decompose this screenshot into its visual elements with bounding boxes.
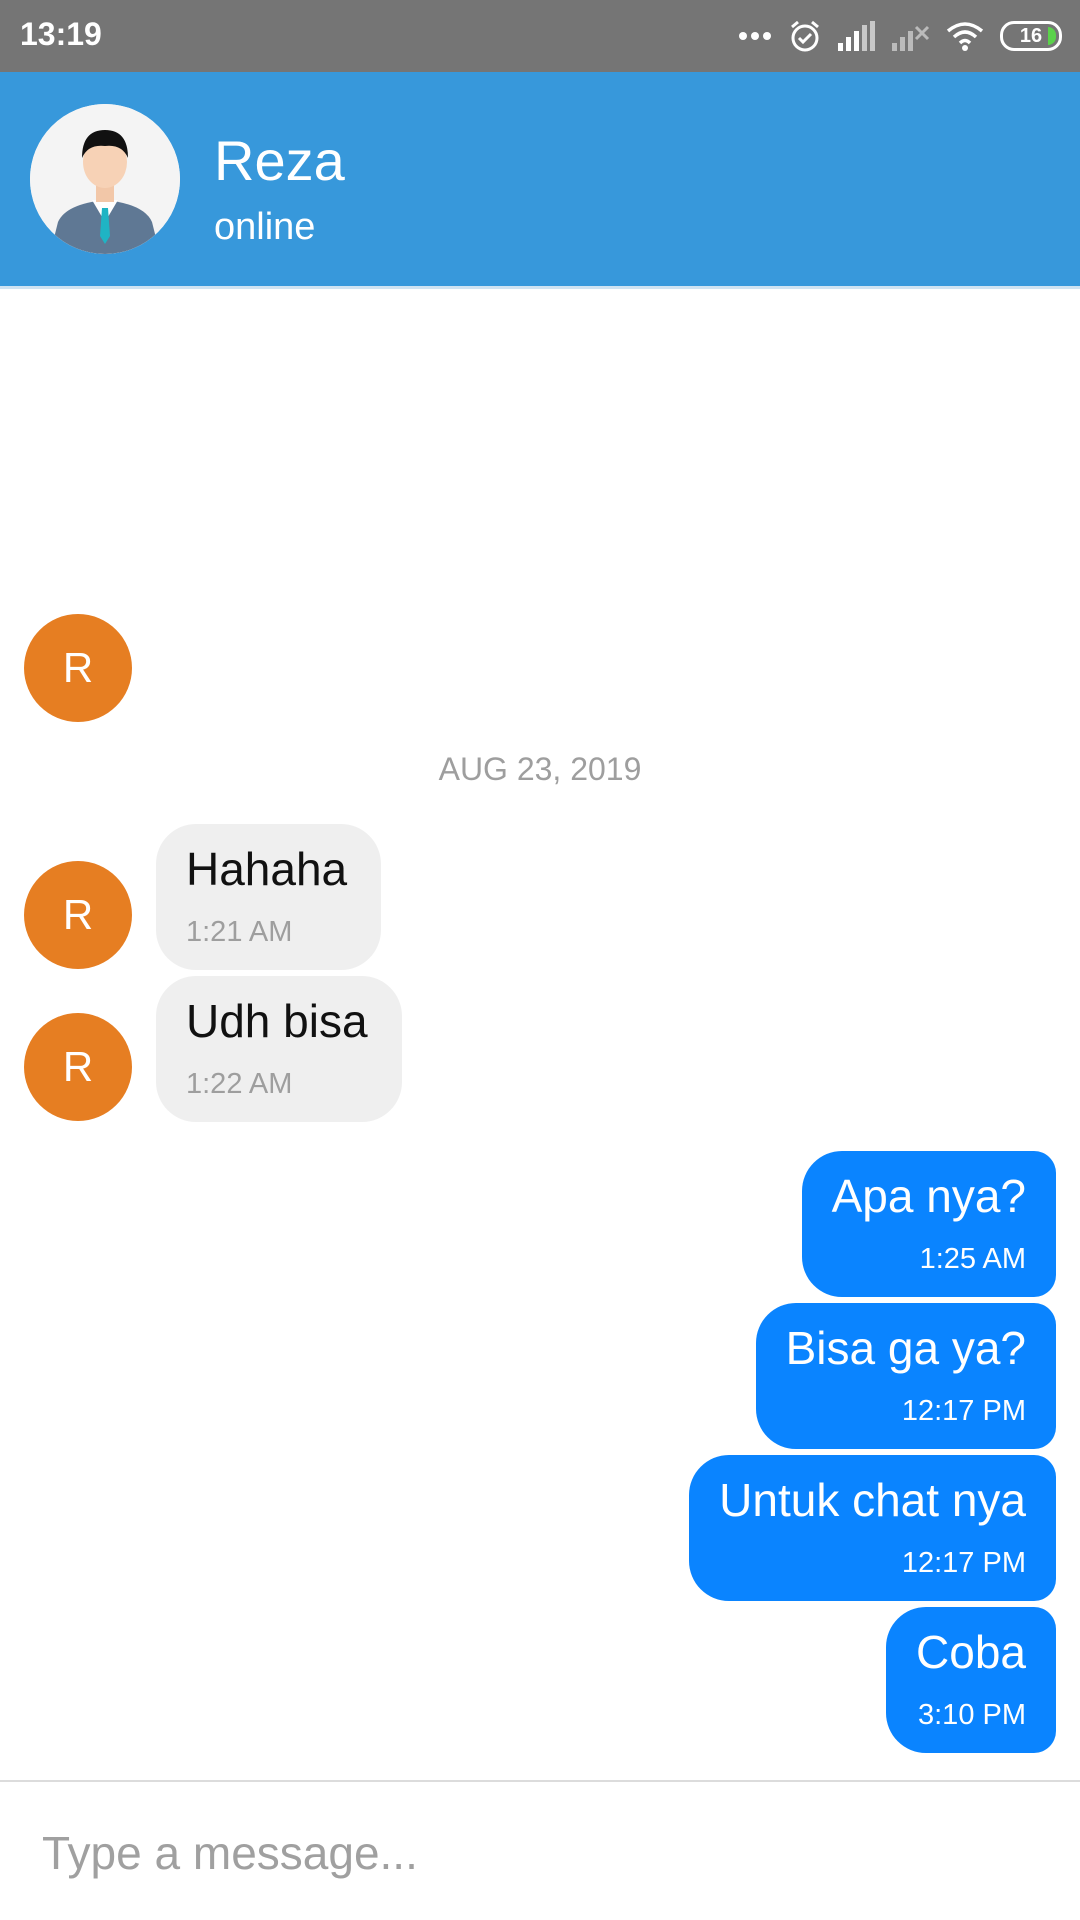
message-text: Apa nya?	[831, 1170, 1026, 1222]
incoming-message[interactable]: Udh bisa 1:22 AM	[156, 976, 402, 1122]
message-time: 12:17 PM	[901, 1395, 1026, 1427]
message-time: 1:25 AM	[919, 1243, 1026, 1275]
outgoing-message[interactable]: Coba 3:10 PM	[886, 1607, 1056, 1753]
date-separator: AUG 23, 2019	[438, 751, 642, 787]
battery-level-text: 16	[1019, 24, 1043, 47]
sender-avatar: R	[24, 1013, 132, 1121]
message-input[interactable]	[40, 1812, 1044, 1894]
message-text: Hahaha	[186, 843, 348, 895]
avatar-letter: R	[62, 891, 94, 938]
message-text: Coba	[916, 1626, 1026, 1678]
message-composer	[0, 1780, 1080, 1920]
wifi-icon	[946, 21, 984, 51]
message-time: 1:21 AM	[186, 916, 293, 948]
message-time: 12:17 PM	[901, 1547, 1026, 1579]
outgoing-message[interactable]: Apa nya? 1:25 AM	[801, 1151, 1056, 1297]
message-text: Udh bisa	[186, 995, 368, 1047]
signal-off-icon	[892, 21, 930, 51]
sender-avatar: R	[24, 861, 132, 969]
outgoing-message[interactable]: Untuk chat nya 12:17 PM	[689, 1455, 1056, 1601]
status-icons: 16	[738, 14, 1062, 58]
chat-header: Reza online	[0, 72, 1080, 289]
contact-name: Reza	[214, 129, 345, 192]
more-dots-icon	[738, 30, 772, 42]
chat-screen: 13:19 16 Reza online R AUG 23, 2019 R Ha…	[0, 0, 1080, 1920]
message-time: 3:10 PM	[918, 1699, 1026, 1731]
contact-status: online	[214, 206, 316, 248]
battery-charge-fill	[1048, 27, 1056, 45]
message-text: Bisa ga ya?	[785, 1322, 1026, 1374]
sender-avatar: R	[24, 614, 132, 722]
person-avatar-icon	[30, 104, 180, 254]
message-list[interactable]: R AUG 23, 2019 R Hahaha 1:21 AM R Udh bi…	[0, 289, 1080, 1779]
battery-icon: 16	[1000, 21, 1062, 51]
alarm-icon	[788, 19, 822, 53]
status-time: 13:19	[20, 16, 102, 52]
signal-icon	[838, 21, 876, 51]
contact-avatar[interactable]	[30, 104, 180, 254]
status-bar: 13:19 16	[0, 0, 1080, 72]
avatar-letter: R	[62, 644, 94, 691]
incoming-message[interactable]: Hahaha 1:21 AM	[156, 824, 382, 970]
message-time: 1:22 AM	[186, 1068, 293, 1100]
outgoing-message[interactable]: Bisa ga ya? 12:17 PM	[755, 1303, 1056, 1449]
message-text: Untuk chat nya	[719, 1474, 1026, 1526]
avatar-letter: R	[62, 1043, 94, 1090]
